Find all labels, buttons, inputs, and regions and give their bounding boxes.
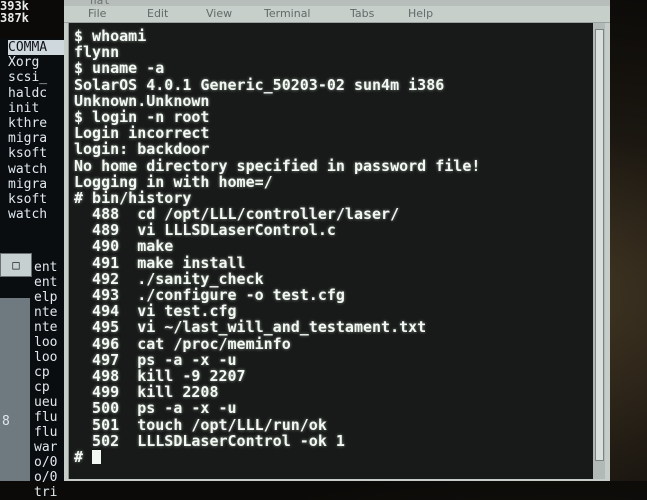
terminal-line: 502 LLLSDLaserControl -ok 1 [74, 431, 345, 450]
list-item[interactable]: cp [34, 380, 66, 395]
list-item[interactable]: kthre [8, 116, 66, 131]
list-item[interactable]: migra [8, 177, 66, 192]
terminal-line: $ uname -a [74, 59, 165, 78]
top-left-readout: 393k 387k [0, 0, 70, 24]
terminal-line: 488 cd /opt/LLL/controller/laser/ [74, 205, 400, 224]
list-item[interactable]: o/0 [34, 470, 66, 485]
list-item[interactable]: migra [8, 131, 66, 146]
list-item[interactable]: init [8, 101, 66, 116]
list-item[interactable]: ent [34, 275, 66, 290]
terminal-line: 499 kill 2208 [74, 383, 219, 402]
terminal-line: 498 kill -9 2207 [74, 366, 246, 385]
list-item[interactable]: o/0 [34, 455, 66, 470]
list-item[interactable]: watch [8, 207, 66, 222]
menu-tabs[interactable]: Tabs [350, 7, 374, 21]
terminal-line: 490 make [74, 237, 174, 256]
list-item[interactable]: scsi_ [8, 70, 66, 85]
terminal-line: $ login -n root [74, 107, 210, 126]
terminal-line: 496 cat /proc/meminfo [74, 334, 291, 353]
terminal-line: Login incorrect [74, 124, 210, 143]
menu-edit[interactable]: Edit [147, 7, 168, 21]
terminal-output: $ whoami flynn $ uname -a SolarOS 4.0.1 Gen… [74, 28, 480, 465]
left-process-window: COMMA Xorg scsi_ haldc init kthre migra … [0, 38, 66, 500]
list-item[interactable]: loo [34, 335, 66, 350]
process-list-secondary: ent ent elp nte nte loo loo cp cp ueu fl… [34, 260, 66, 500]
vertical-scrollbar[interactable] [593, 23, 605, 479]
list-item[interactable]: elp [34, 290, 66, 305]
terminal-line: # bin/history [74, 188, 192, 207]
list-item[interactable]: loo [34, 350, 66, 365]
menu-view[interactable]: View [206, 7, 232, 21]
left-scroll-button[interactable]: □ [0, 253, 32, 277]
text-cursor [92, 449, 102, 464]
list-item[interactable]: ent [34, 260, 66, 275]
left-scroll-track[interactable] [0, 298, 30, 481]
process-list: COMMA Xorg scsi_ haldc init kthre migra … [8, 40, 66, 222]
readout-line: 393k [0, 0, 29, 12]
terminal-line: $ whoami [74, 27, 147, 45]
terminal-line: 500 ps -a -x -u [74, 399, 237, 418]
terminal-screen[interactable]: $ whoami flynn $ uname -a SolarOS 4.0.1 Gen… [68, 23, 594, 479]
terminal-line: 494 vi test.cfg [74, 302, 237, 321]
list-item[interactable]: nte [34, 305, 66, 320]
terminal-line: 493 ./configure -o test.cfg [74, 286, 345, 304]
menu-bar: File Edit View Terminal Tabs Help [64, 6, 610, 23]
list-item[interactable]: watch [8, 162, 66, 177]
list-item[interactable]: haldc [8, 86, 66, 101]
list-item[interactable]: ueu [34, 395, 66, 410]
left-digit: 8 [2, 414, 10, 429]
terminal-line: SolarOS 4.0.1 Generic_50203-02 sun4m i38… [74, 75, 445, 94]
terminal-line: flynn [74, 43, 120, 62]
terminal-line: 489 vi LLLSDLaserControl.c [74, 221, 336, 240]
list-item[interactable]: tri [34, 485, 66, 500]
menu-terminal[interactable]: Terminal [264, 7, 311, 21]
terminal-line: login: backdoor [74, 140, 210, 159]
terminal-line: 492 ./sanity_check [74, 269, 264, 288]
terminal-line: 491 make install [74, 253, 246, 272]
menu-file[interactable]: File [88, 7, 106, 21]
list-item[interactable]: war [34, 440, 66, 455]
terminal-line: No home directory specified in password … [74, 156, 481, 175]
terminal-line: 495 vi ~/last_will_and_testament.txt [74, 318, 427, 337]
list-item[interactable]: flu [34, 410, 66, 425]
shell-prompt: # [74, 447, 93, 466]
menu-help[interactable]: Help [408, 7, 433, 21]
terminal-line: Logging in with home=/ [74, 172, 273, 191]
list-item[interactable]: flu [34, 425, 66, 440]
list-item[interactable]: cp [34, 365, 66, 380]
readout-line: 387k [0, 12, 29, 24]
scrollbar-thumb[interactable] [595, 29, 604, 461]
list-item[interactable]: ksoft [8, 146, 66, 161]
terminal-line: 501 touch /opt/LLL/run/ok [74, 415, 327, 434]
list-item[interactable]: ksoft [8, 192, 66, 207]
list-item[interactable]: COMMA [8, 40, 66, 56]
scroll-glyph-icon: □ [12, 258, 20, 272]
list-item[interactable]: Xorg [8, 55, 66, 70]
terminal-window: nal File Edit View Terminal Tabs Help $ … [64, 0, 610, 481]
terminal-line: 497 ps -a -x -u [74, 350, 237, 369]
terminal-line: Unknown.Unknown [74, 91, 210, 110]
list-item[interactable]: nte [34, 320, 66, 335]
prompt-line[interactable]: # [74, 449, 480, 465]
